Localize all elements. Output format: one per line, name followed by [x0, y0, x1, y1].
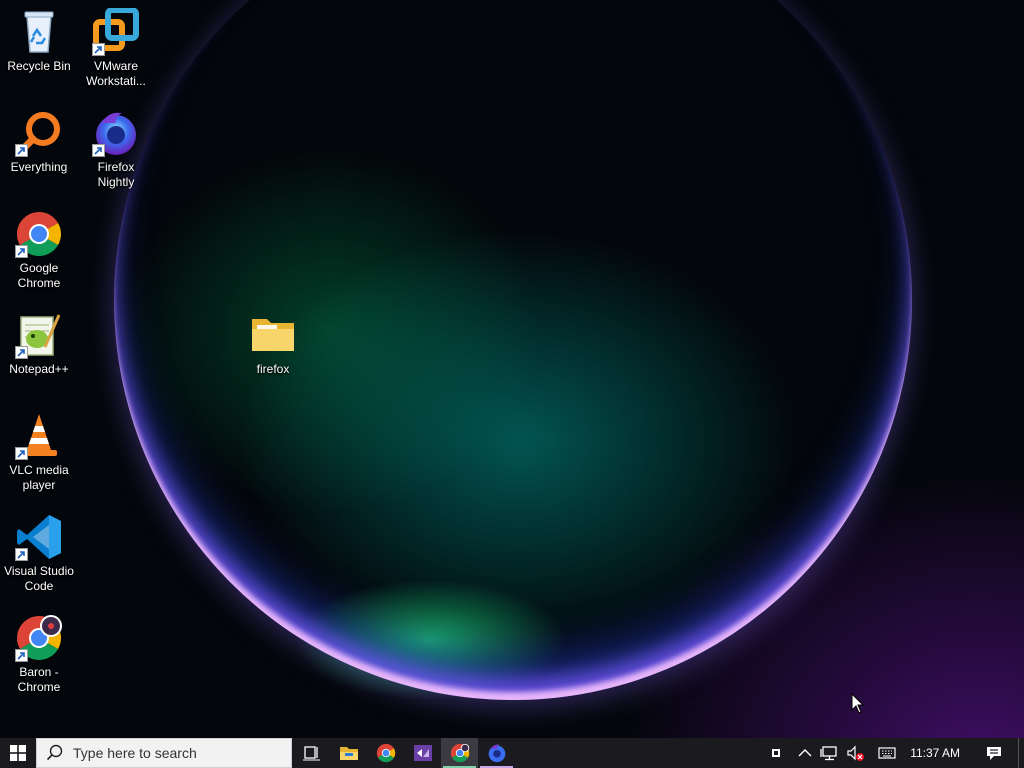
shortcut-arrow-icon	[15, 447, 28, 460]
desktop-icon-everything[interactable]: Everything	[1, 109, 77, 175]
taskbar-google-chrome[interactable]	[367, 738, 404, 768]
desktop[interactable]: Recycle Bin VMware Workstati... Everythi…	[0, 0, 1024, 738]
taskbar: 11:37 AM	[0, 738, 1024, 768]
chrome-icon	[450, 743, 469, 763]
desktop-icon-label: Visual Studio Code	[4, 564, 74, 593]
tray-storage-button[interactable]	[766, 738, 786, 768]
chrome-profile-icon	[15, 614, 63, 662]
volume-muted-icon	[847, 745, 865, 761]
file-explorer-icon	[339, 747, 358, 760]
chrome-icon	[15, 210, 63, 258]
system-tray: 11:37 AM	[766, 738, 1024, 768]
mouse-cursor-icon	[851, 692, 865, 720]
touch-keyboard-button[interactable]	[874, 738, 900, 768]
shortcut-arrow-icon	[15, 649, 28, 662]
chevron-up-icon	[798, 749, 812, 757]
desktop-icon-label: firefox	[256, 362, 290, 376]
taskbar-clock[interactable]: 11:37 AM	[900, 746, 970, 760]
desktop-icon-vmware[interactable]: VMware Workstati...	[78, 7, 154, 89]
windows-logo-icon	[10, 745, 26, 761]
visual-studio-icon	[413, 745, 432, 761]
desktop-icon-label: Baron - Chrome	[17, 665, 61, 694]
vscode-icon	[15, 513, 63, 561]
desktop-icon-firefox-nightly[interactable]: Firefox Nightly	[78, 109, 154, 190]
shortcut-arrow-icon	[92, 43, 105, 56]
chrome-icon	[376, 743, 395, 763]
shortcut-arrow-icon	[15, 144, 28, 157]
desktop-icon-label: Recycle Bin	[7, 59, 71, 73]
shortcut-arrow-icon	[15, 548, 28, 561]
task-view-button[interactable]	[293, 738, 330, 768]
show-desktop-button[interactable]	[1018, 738, 1024, 768]
desktop-icon-baron-chrome[interactable]: Baron - Chrome	[1, 614, 77, 695]
wallpaper-glow	[114, 0, 912, 700]
firefox-nightly-icon	[488, 744, 505, 763]
desktop-icon-label: Notepad++	[9, 362, 69, 376]
removable-drive-icon	[772, 749, 781, 757]
recycle-bin-icon	[15, 8, 63, 56]
desktop-icon-google-chrome[interactable]: Google Chrome	[1, 210, 77, 291]
show-hidden-icons-button[interactable]	[794, 738, 816, 768]
search-input[interactable]	[73, 745, 283, 761]
notification-icon	[987, 747, 1001, 760]
keyboard-icon	[878, 747, 896, 759]
task-view-icon	[302, 746, 320, 761]
vmware-icon	[92, 7, 140, 56]
notepadpp-icon	[15, 311, 63, 359]
desktop-icon-vlc[interactable]: VLC media player	[1, 412, 77, 493]
start-button[interactable]	[0, 738, 36, 768]
action-center-button[interactable]	[970, 738, 1018, 768]
network-button[interactable]	[816, 738, 842, 768]
shortcut-arrow-icon	[15, 245, 28, 258]
taskbar-search-box[interactable]	[36, 738, 292, 768]
wallpaper-orb	[114, 0, 912, 700]
desktop-icon-label: VLC media player	[9, 463, 69, 492]
desktop-icon-firefox-folder[interactable]: firefox	[235, 311, 311, 377]
everything-search-icon	[15, 109, 63, 157]
taskbar-firefox-nightly[interactable]	[478, 738, 515, 768]
desktop-icon-vscode[interactable]: Visual Studio Code	[1, 513, 77, 594]
desktop-icon-label: Firefox Nightly	[97, 160, 135, 189]
shortcut-arrow-icon	[92, 144, 105, 157]
desktop-icon-notepadpp[interactable]: Notepad++	[1, 311, 77, 377]
desktop-icon-label: VMware Workstati...	[86, 59, 146, 88]
folder-icon	[249, 311, 297, 359]
vlc-cone-icon	[15, 412, 63, 460]
firefox-nightly-icon	[92, 109, 140, 157]
desktop-icon-label: Everything	[10, 160, 68, 174]
desktop-icon-label: Google Chrome	[17, 261, 61, 290]
desktop-icon-recycle-bin[interactable]: Recycle Bin	[1, 8, 77, 74]
volume-button[interactable]	[842, 738, 868, 768]
taskbar-file-explorer[interactable]	[330, 738, 367, 768]
taskbar-visual-studio[interactable]	[404, 738, 441, 768]
search-icon	[37, 744, 73, 762]
network-icon	[820, 746, 837, 761]
taskbar-chrome-active[interactable]	[441, 738, 478, 768]
shortcut-arrow-icon	[15, 346, 28, 359]
